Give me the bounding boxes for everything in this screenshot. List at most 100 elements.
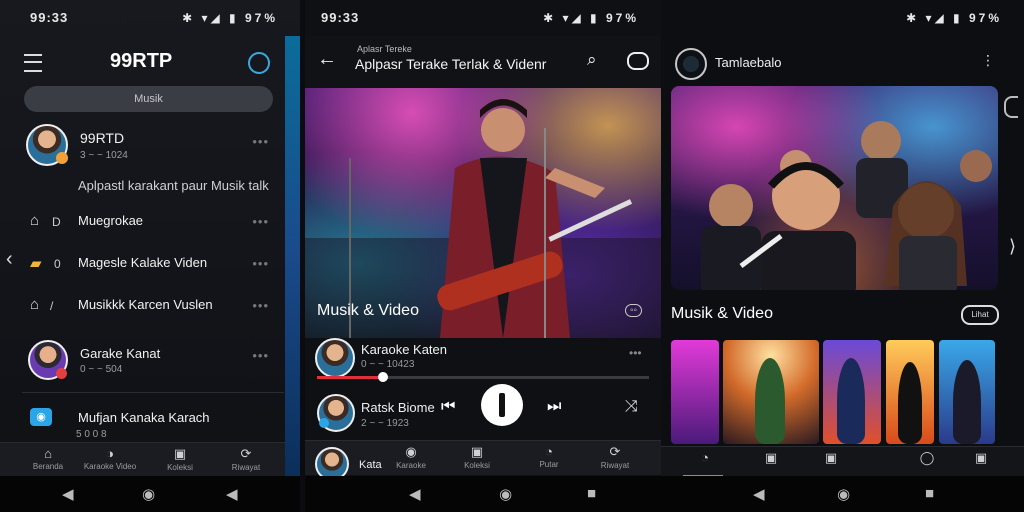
tab-label: Koleksi <box>464 461 490 470</box>
nav-back-icon[interactable]: ◀ <box>753 485 765 503</box>
list-item[interactable]: ⌂ / Musikkk Karcen Vuslen ••• <box>0 290 285 322</box>
tab-play[interactable]: ◔ Putar <box>519 444 579 469</box>
tab-karaoke[interactable]: ◉ Karaoke <box>381 444 441 470</box>
badge-icon <box>56 368 67 379</box>
nav-recents-icon[interactable]: ■ <box>587 485 596 502</box>
performer-figure <box>837 358 865 444</box>
progress-fill <box>317 376 384 379</box>
collection-icon: ▣ <box>824 450 838 465</box>
list-item-title: 99RTD <box>80 130 125 146</box>
chat-icon: ◯ <box>919 450 935 465</box>
divider-panel <box>285 36 300 476</box>
tab-history[interactable]: ⟳ Riwayat <box>585 444 645 470</box>
list-item[interactable]: ⌂ D Muegrokae ••• <box>0 206 285 238</box>
back-arrow-icon[interactable]: ← <box>317 48 337 71</box>
see-all-button[interactable]: Lihat <box>961 305 999 325</box>
video-thumbnail[interactable] <box>723 340 819 444</box>
group-singing-illustration <box>701 121 992 290</box>
more-vertical-icon[interactable]: ⋮ <box>981 52 995 69</box>
status-bar: ✱ ▾◢ ▮ 97% <box>661 0 1024 36</box>
tab-label: Putar <box>539 460 559 469</box>
library-icon: ▣ <box>173 446 187 461</box>
scroll-handle[interactable] <box>1004 96 1018 118</box>
back-chevron-icon[interactable]: ‹ <box>6 248 13 271</box>
nav-home-icon[interactable]: ◉ <box>837 485 850 503</box>
more-icon[interactable]: ••• <box>252 134 269 149</box>
status-time: 99:33 <box>30 10 69 25</box>
next-icon[interactable]: ⏭ <box>547 398 561 416</box>
hero-image <box>305 88 661 338</box>
performer-figure <box>755 358 785 444</box>
tab-label: Riwayat <box>600 461 630 470</box>
mini-player-title: Kata <box>359 459 382 471</box>
more-icon[interactable]: ••• <box>252 214 269 229</box>
video-thumbnail[interactable] <box>671 340 719 444</box>
karaoke-icon: ◉ <box>405 444 417 459</box>
page-title: Aplpasr Terake Terlak & Videnr <box>355 56 547 72</box>
tab-home[interactable]: ⌂ Beranda <box>18 446 78 471</box>
progress-track[interactable] <box>317 372 649 382</box>
tab-chat[interactable]: ◯ <box>897 450 957 466</box>
shuffle-icon[interactable]: ⤨ <box>625 398 638 416</box>
karaoke-icon: ◑ <box>106 446 114 461</box>
history-icon[interactable] <box>248 52 270 74</box>
list-item[interactable]: 99RTD 3 ~ ~ 1024 ••• <box>0 120 285 172</box>
video-thumbnail[interactable] <box>823 340 881 444</box>
status-icons: ✱ ▾◢ ▮ 97% <box>543 11 639 25</box>
tab-collection[interactable]: ▣ <box>801 450 861 466</box>
nav-recents-icon[interactable]: ■ <box>925 485 934 502</box>
performer-figure <box>953 360 981 444</box>
singer-illustration <box>305 99 661 338</box>
tab-history[interactable]: ⟳ Riwayat <box>216 446 276 472</box>
list-item[interactable]: Garake Kanat 0 ~ ~ 504 ••• <box>0 336 285 384</box>
tab-label: Koleksi <box>167 463 193 472</box>
tab-profile[interactable]: ▣ <box>951 450 1011 466</box>
video-thumbnail[interactable] <box>886 340 934 444</box>
more-icon[interactable]: ••• <box>252 348 269 363</box>
list-item-sub: 3 ~ ~ 1024 <box>80 150 128 161</box>
nav-home-icon[interactable]: ◉ <box>499 485 512 503</box>
tab-label: Karaoke Video <box>83 462 137 471</box>
menu-icon[interactable] <box>24 54 42 72</box>
more-icon[interactable]: ••• <box>252 298 269 313</box>
list-item-title: Mufjan Kanaka Karach <box>78 410 210 425</box>
nav-back-icon[interactable]: ◀ <box>409 485 421 503</box>
nav-back-icon[interactable]: ◀ <box>62 485 74 503</box>
performer-figure <box>898 362 922 444</box>
tab-library[interactable]: ▣ <box>741 450 801 466</box>
system-nav-bar: ◀ ◉ ◀ <box>0 476 300 512</box>
list-item[interactable]: Aplpastl karakant paur Musik talk <box>0 172 285 202</box>
nav-home-icon[interactable]: ◉ <box>142 485 155 503</box>
more-icon[interactable]: ••• <box>252 256 269 271</box>
options-icon[interactable]: ◦◦ <box>625 304 643 317</box>
cast-icon[interactable] <box>627 52 649 70</box>
library-icon: ▣ <box>764 450 778 465</box>
hero-image <box>671 86 998 290</box>
profile-avatar[interactable] <box>675 48 707 80</box>
top-bar: ← Aplasr Tereke Aplpasr Terake Terlak & … <box>305 36 661 88</box>
play-pause-button[interactable] <box>481 384 523 426</box>
search-bar[interactable]: Musik <box>24 86 273 112</box>
karaoke-icon: ▰ <box>30 255 42 272</box>
tab-home[interactable]: ◔ <box>675 450 735 465</box>
screen-profile: ✱ ▾◢ ▮ 97% Tamlaebalo ⋮ ⟩ Musik & Video … <box>661 0 1024 512</box>
bottom-tab-bar: ⌂ Beranda ◑ Karaoke Video ▣ Koleksi ⟳ Riwaya… <box>0 442 285 477</box>
tab-collection[interactable]: ▣ Koleksi <box>150 446 210 472</box>
video-thumbnail[interactable] <box>939 340 995 444</box>
search-icon[interactable]: ⌕ <box>587 50 597 70</box>
track-sub: 0 ~ ~ 10423 <box>361 359 415 370</box>
previous-icon[interactable]: ⏮ <box>441 398 455 416</box>
progress-thumb[interactable] <box>378 372 389 382</box>
more-icon[interactable]: ••• <box>629 346 642 360</box>
nav-back-icon[interactable]: ◀ <box>226 485 238 503</box>
folder-icon: ⌂ <box>30 212 40 229</box>
chevron-right-icon[interactable]: ⟩ <box>1009 236 1016 257</box>
now-playing-sub: 2 ~ ~ 1923 <box>361 418 409 429</box>
tab-collection[interactable]: ▣ Koleksi <box>447 444 507 470</box>
tab-karaoke-video[interactable]: ◑ Karaoke Video <box>80 446 140 471</box>
list-item[interactable]: ‹ ▰ 0 Magesle Kalake Viden ••• <box>0 248 285 280</box>
list-item-sub: 0 ~ ~ 504 <box>80 364 123 375</box>
track-title: Karaoke Katen <box>361 342 448 357</box>
section-title: Musik & Video <box>671 305 773 322</box>
list-item[interactable]: ◉ Mufjan Kanaka Karach 5 0 0 8 <box>0 402 285 442</box>
